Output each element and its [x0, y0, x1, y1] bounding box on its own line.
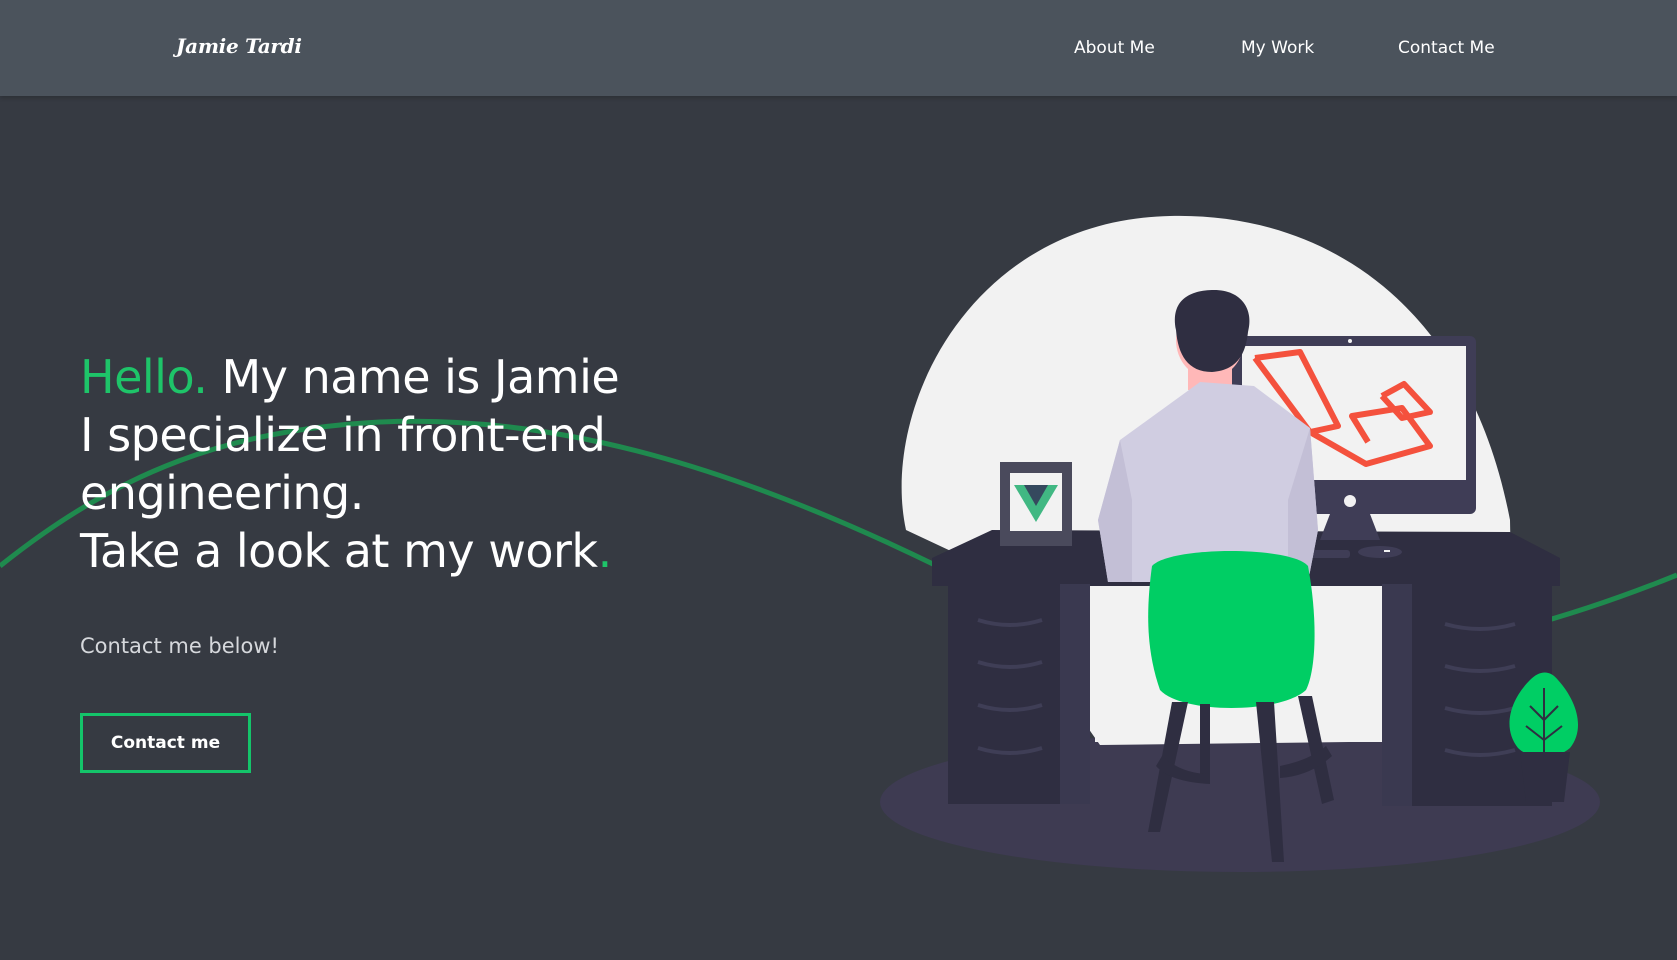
vue-logo-icon	[1000, 462, 1072, 546]
hero-subtext: Contact me below!	[80, 634, 279, 658]
hero-headline: Hello. My name is Jamie I specialize in …	[80, 348, 720, 580]
desk-left-drawers	[948, 584, 1076, 804]
desk-right-drawers-side	[1382, 584, 1412, 806]
nav-link-contact-me[interactable]: Contact Me	[1398, 38, 1495, 58]
headline-cta-text: Take a look at my work	[80, 524, 598, 578]
nav-link-my-work[interactable]: My Work	[1241, 38, 1314, 58]
headline-name-text: My name is Jamie	[207, 350, 620, 404]
mouse	[1358, 546, 1402, 558]
headline-accent-period: .	[597, 524, 613, 578]
navbar: Jamie Tardi About Me My Work Contact Me	[0, 0, 1677, 96]
nav-link-about-me[interactable]: About Me	[1074, 38, 1155, 58]
landing-page: Jamie Tardi About Me My Work Contact Me …	[0, 0, 1677, 960]
hello-word: Hello.	[80, 350, 208, 404]
headline-specialty-text: I specialize in front-end engineering.	[80, 408, 606, 520]
contact-me-button[interactable]: Contact me	[80, 713, 251, 773]
desk-left-drawers-side	[1060, 584, 1090, 804]
developer-desk-illustration	[880, 215, 1600, 872]
hero-heading-block: Hello. My name is Jamie I specialize in …	[80, 348, 720, 580]
nav-links: About Me My Work Contact Me	[0, 38, 1677, 62]
